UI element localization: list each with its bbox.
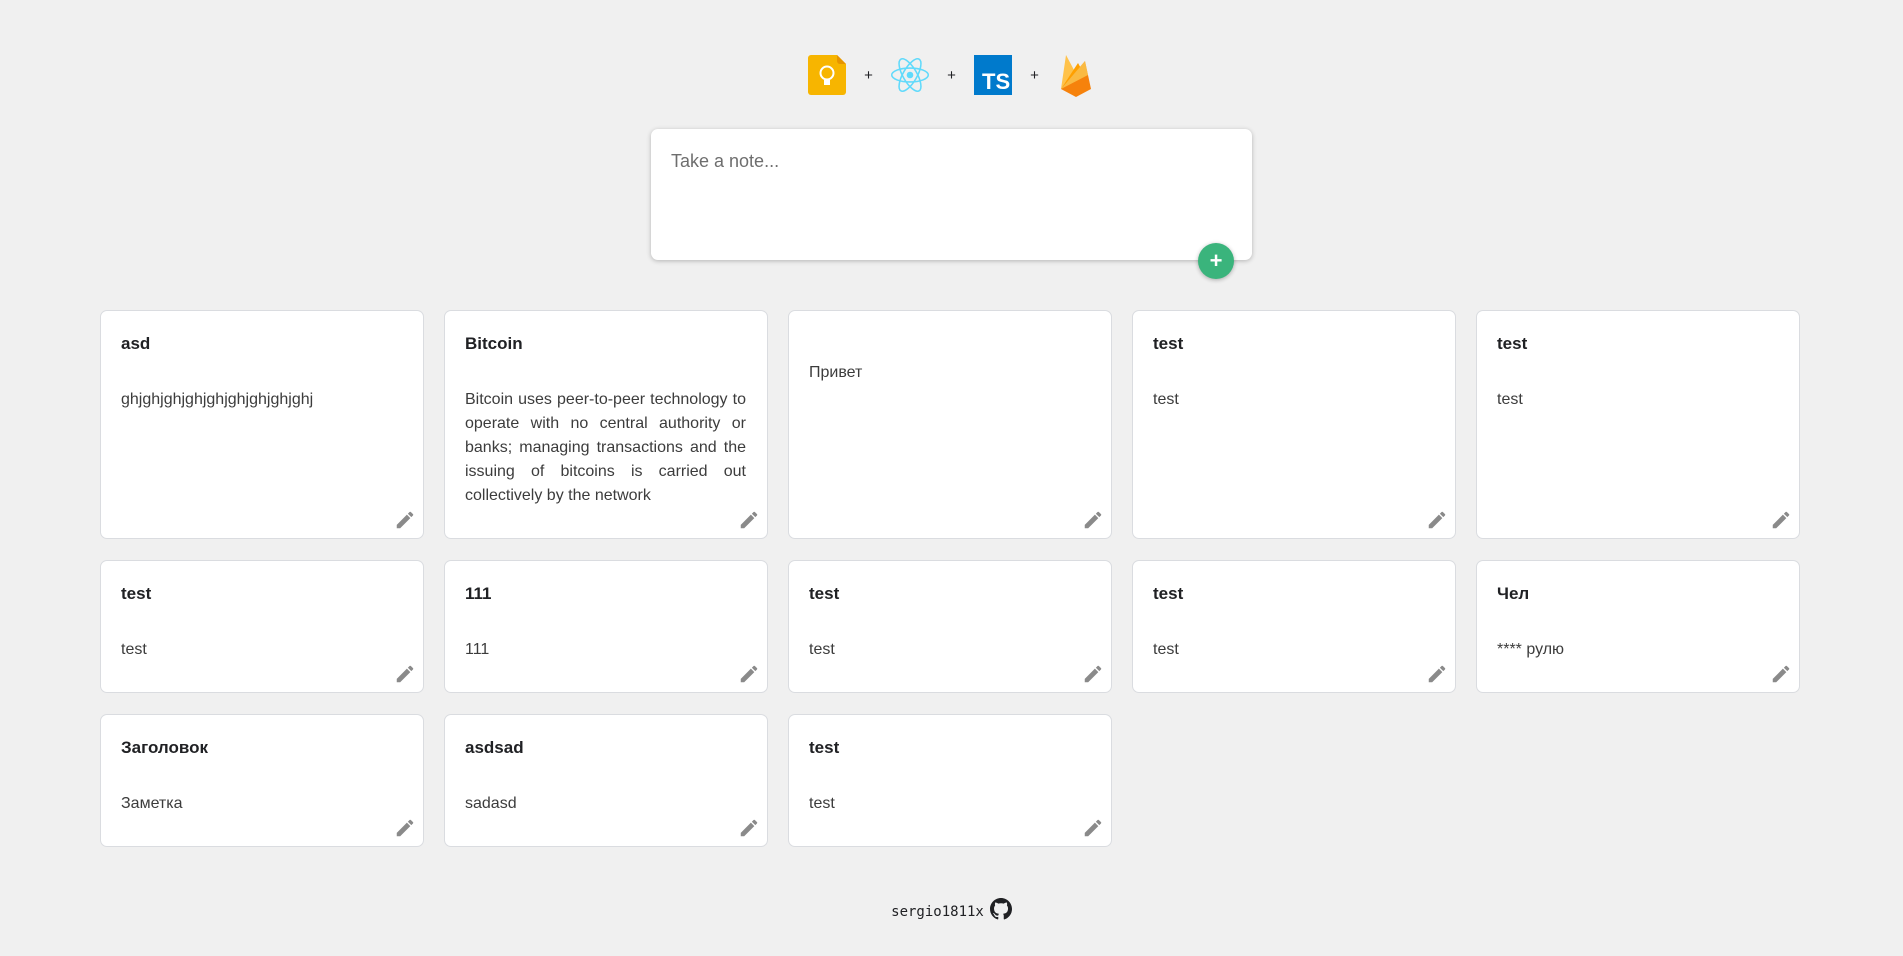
note-text: Bitcoin uses peer-to-peer technology to …	[465, 391, 746, 504]
note-title: test	[1497, 334, 1528, 353]
edit-icon[interactable]	[1081, 816, 1105, 840]
note-text: test	[121, 641, 147, 658]
note-text: test	[1153, 391, 1179, 408]
note-card[interactable]: Заголовок Заметка	[100, 714, 424, 847]
edit-icon[interactable]	[393, 816, 417, 840]
edit-icon[interactable]	[737, 816, 761, 840]
note-title: test	[1153, 334, 1184, 353]
logo-bar: + + TS +	[0, 53, 1903, 97]
note-title: test	[809, 584, 840, 603]
google-keep-icon	[807, 55, 847, 95]
note-title	[809, 333, 1091, 355]
note-card[interactable]: 111 111	[444, 560, 768, 693]
note-input[interactable]	[671, 151, 1231, 241]
note-text: ghjghjghjghjghjghjghjghjghj	[121, 391, 314, 408]
note-card[interactable]: asdsad sadasd	[444, 714, 768, 847]
note-title: Заголовок	[121, 738, 209, 757]
note-card[interactable]: Bitcoin Bitcoin uses peer-to-peer techno…	[444, 310, 768, 539]
note-card[interactable]: test test	[100, 560, 424, 693]
note-card[interactable]: test test	[1132, 560, 1456, 693]
note-title: test	[809, 738, 840, 757]
note-text: test	[1497, 391, 1523, 408]
author-link[interactable]: sergio1811x	[891, 904, 984, 920]
note-text: Заметка	[121, 795, 183, 812]
footer: sergio1811x	[0, 898, 1903, 925]
plus-icon: +	[1209, 248, 1223, 273]
plus-separator: +	[864, 66, 873, 84]
edit-icon[interactable]	[1081, 662, 1105, 686]
note-title: asd	[121, 334, 151, 353]
note-text: test	[809, 641, 835, 658]
note-card[interactable]: Чел **** рулю	[1476, 560, 1800, 693]
edit-icon[interactable]	[1769, 508, 1793, 532]
edit-icon[interactable]	[393, 662, 417, 686]
edit-icon[interactable]	[393, 508, 417, 532]
typescript-icon: TS	[973, 55, 1013, 95]
note-title: 111	[465, 584, 492, 603]
note-title: test	[121, 584, 152, 603]
note-card[interactable]: test test	[1132, 310, 1456, 539]
edit-icon[interactable]	[1081, 508, 1105, 532]
note-title: test	[1153, 584, 1184, 603]
note-card[interactable]: test test	[788, 714, 1112, 847]
note-card[interactable]: Привет	[788, 310, 1112, 539]
edit-icon[interactable]	[737, 508, 761, 532]
note-text: test	[809, 795, 835, 812]
note-card[interactable]: test test	[788, 560, 1112, 693]
note-text: test	[1153, 641, 1179, 658]
plus-separator: +	[1030, 66, 1039, 84]
edit-icon[interactable]	[1769, 662, 1793, 686]
plus-separator: +	[947, 66, 956, 84]
note-title: Чел	[1497, 584, 1530, 603]
react-icon	[890, 55, 930, 95]
note-text: Привет	[809, 364, 863, 381]
edit-icon[interactable]	[1425, 508, 1449, 532]
edit-icon[interactable]	[1425, 662, 1449, 686]
github-icon[interactable]	[989, 898, 1012, 925]
note-composer	[651, 129, 1252, 260]
note-title: Bitcoin	[465, 334, 523, 353]
firebase-icon	[1056, 55, 1096, 97]
note-text: **** рулю	[1497, 641, 1565, 658]
add-note-button[interactable]: +	[1198, 243, 1234, 279]
svg-text:TS: TS	[982, 69, 1010, 94]
notes-grid: asd ghjghjghjghjghjghjghjghjghj Bitcoin …	[100, 310, 1803, 847]
note-card[interactable]: test test	[1476, 310, 1800, 539]
note-text: 111	[465, 641, 490, 658]
note-text: sadasd	[465, 795, 517, 812]
note-card[interactable]: asd ghjghjghjghjghjghjghjghjghj	[100, 310, 424, 539]
edit-icon[interactable]	[737, 662, 761, 686]
note-title: asdsad	[465, 738, 524, 757]
